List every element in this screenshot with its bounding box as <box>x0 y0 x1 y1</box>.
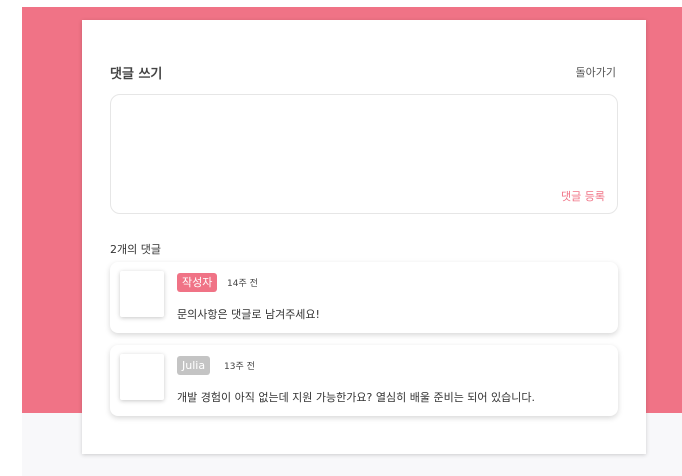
back-button[interactable]: 돌아가기 <box>576 64 616 80</box>
card-header: 댓글 쓰기 돌아가기 <box>110 63 616 82</box>
author-badge: 작성자 <box>177 273 218 292</box>
comment-text: 개발 경험이 아직 없는데 지원 가능한가요? 열심히 배울 준비는 되어 있습… <box>177 391 536 404</box>
avatar <box>120 354 164 400</box>
comment-text: 문의사항은 댓글로 남겨주세요! <box>177 308 320 321</box>
comment-card: 댓글 쓰기 돌아가기 댓글 등록 2개의 댓글 작성자 14주 전 문의사항은 … <box>82 20 646 454</box>
comment-form: 댓글 등록 <box>110 94 618 214</box>
author-badge: Julia <box>177 356 211 375</box>
comment-item: Julia 13주 전 개발 경험이 아직 없는데 지원 가능한가요? 열심히 … <box>110 345 618 416</box>
avatar <box>120 271 164 317</box>
left-margin <box>0 0 22 476</box>
submit-comment-button[interactable]: 댓글 등록 <box>561 188 605 204</box>
comment-count: 2개의 댓글 <box>110 243 161 256</box>
page-title: 댓글 쓰기 <box>110 67 163 82</box>
comment-time: 13주 전 <box>224 362 255 372</box>
comment-time: 14주 전 <box>227 279 258 289</box>
comment-input[interactable] <box>121 105 611 191</box>
comment-item: 작성자 14주 전 문의사항은 댓글로 남겨주세요! <box>110 262 618 333</box>
